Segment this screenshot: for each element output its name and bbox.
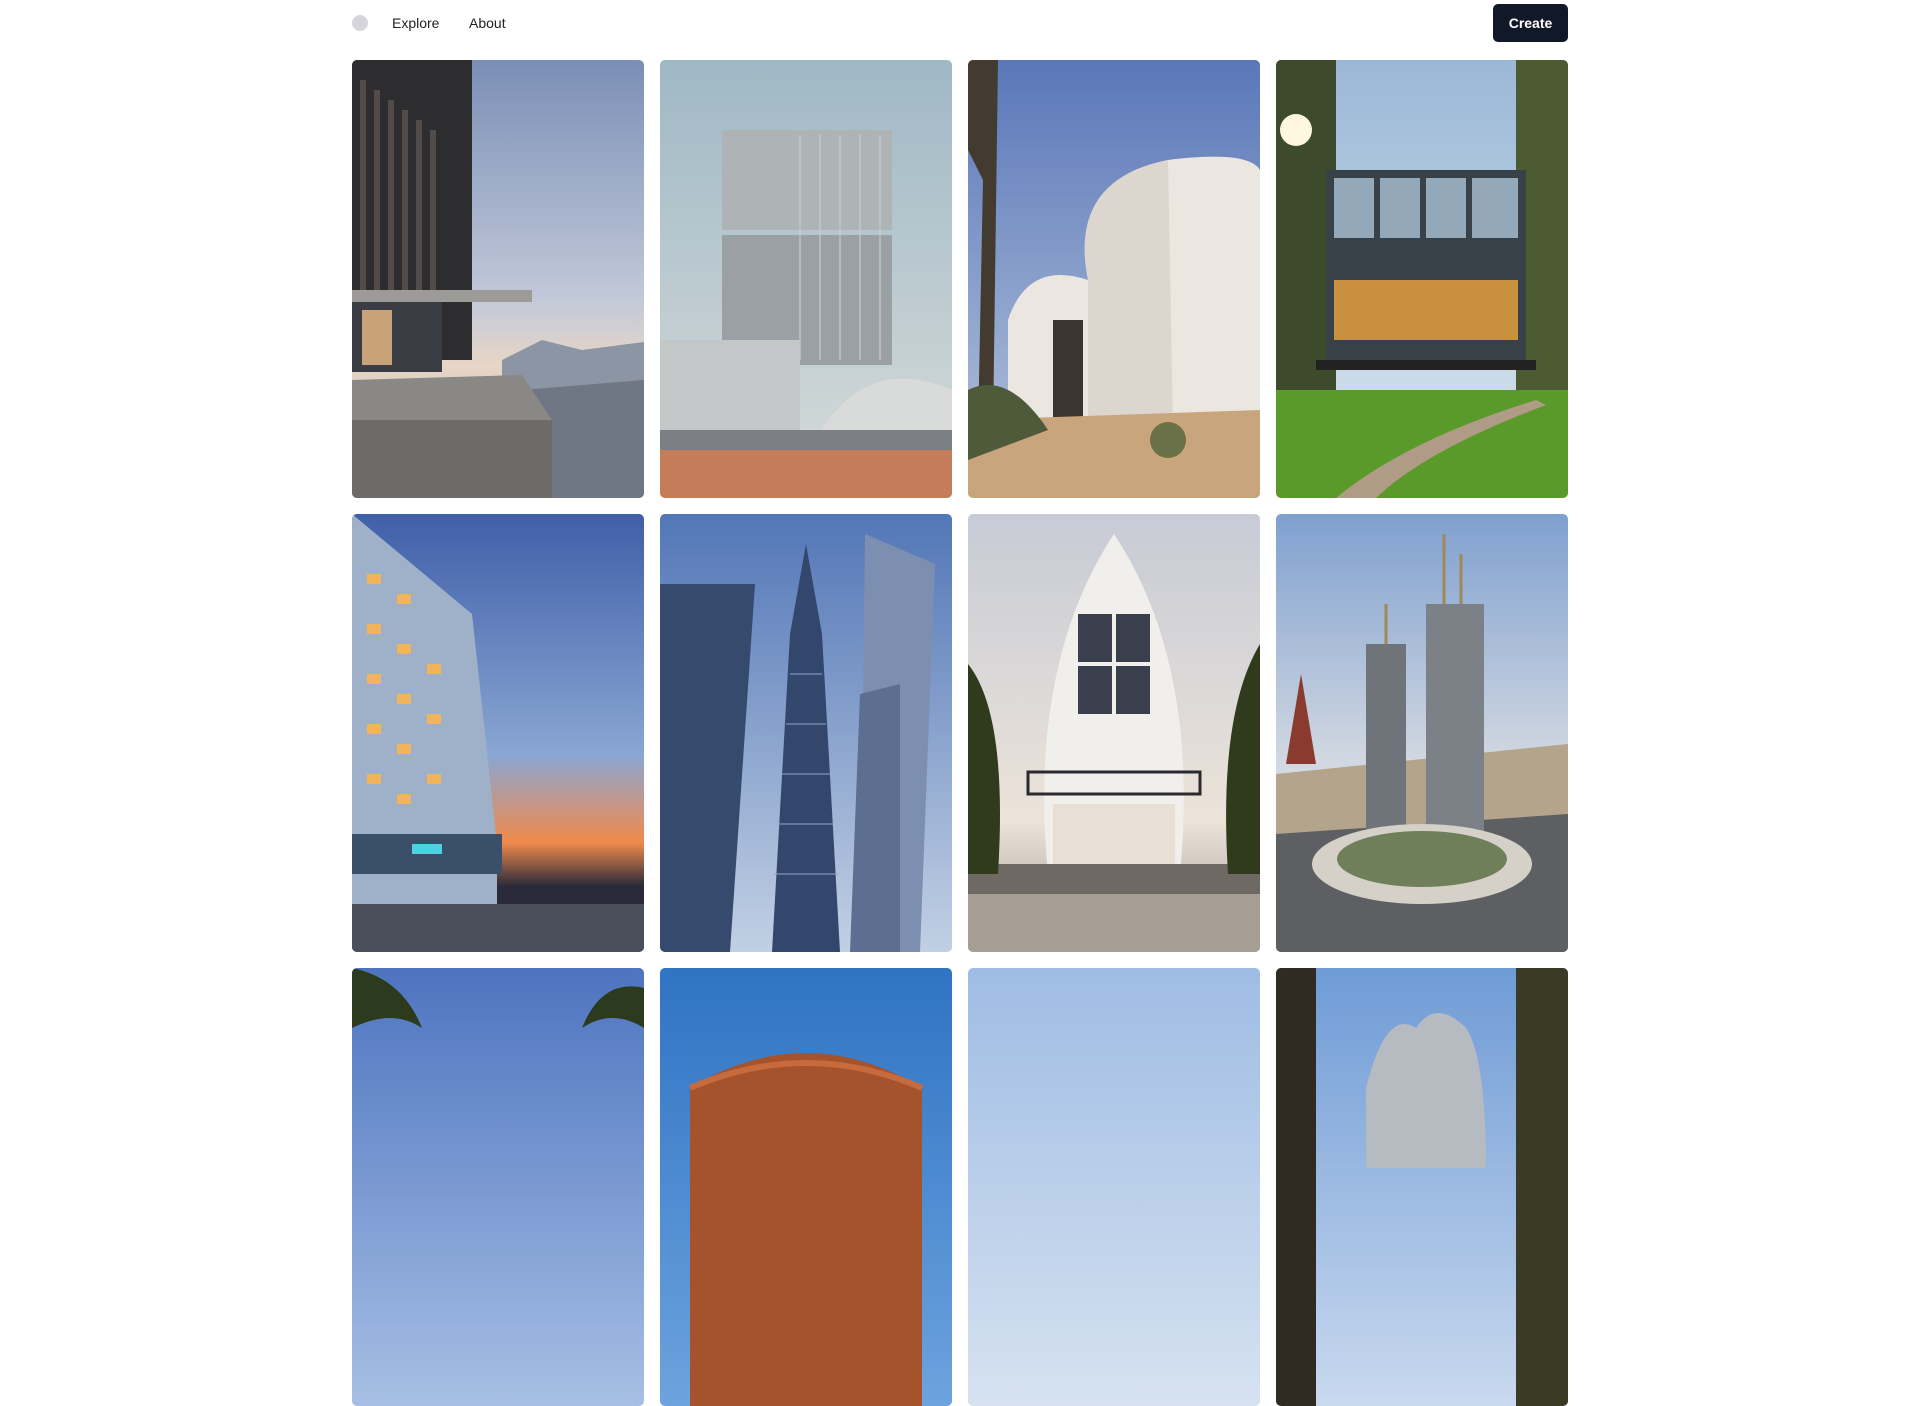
- glass-skyscrapers-image: [660, 514, 952, 952]
- gallery-card[interactable]: [968, 60, 1260, 498]
- rock-pines-image: [1276, 968, 1568, 1406]
- pale-sky-image: [968, 968, 1260, 1406]
- gallery-card[interactable]: [1276, 514, 1568, 952]
- gallery-card[interactable]: [352, 514, 644, 952]
- image-gallery: [352, 60, 1568, 1406]
- cliffside-concrete-house-image: [352, 60, 644, 498]
- gallery-card[interactable]: [660, 60, 952, 498]
- gallery-card[interactable]: [968, 968, 1260, 1406]
- white-tower-desert-image: [660, 60, 952, 498]
- gallery-card[interactable]: [1276, 968, 1568, 1406]
- gallery-card[interactable]: [352, 60, 644, 498]
- gallery-card[interactable]: [352, 968, 644, 1406]
- palm-trees-image: [352, 968, 644, 1406]
- glass-house-forest-image: [1276, 60, 1568, 498]
- nav-explore-link[interactable]: Explore: [392, 14, 439, 32]
- create-button[interactable]: Create: [1493, 4, 1568, 42]
- white-curved-desert-house-image: [968, 60, 1260, 498]
- gallery-card[interactable]: [660, 514, 952, 952]
- nav-about-link[interactable]: About: [469, 14, 506, 32]
- gallery-card[interactable]: [1276, 60, 1568, 498]
- page-container: Explore About Create: [352, 0, 1568, 1406]
- gallery-card[interactable]: [968, 514, 1260, 952]
- gallery-card[interactable]: [660, 968, 952, 1406]
- hotel-sunset-image: [352, 514, 644, 952]
- arched-beach-house-image: [968, 514, 1260, 952]
- twin-towers-city-image: [1276, 514, 1568, 952]
- circle-logo-icon[interactable]: [352, 15, 368, 31]
- red-dome-image: [660, 968, 952, 1406]
- top-navigation: Explore About Create: [352, 0, 1568, 60]
